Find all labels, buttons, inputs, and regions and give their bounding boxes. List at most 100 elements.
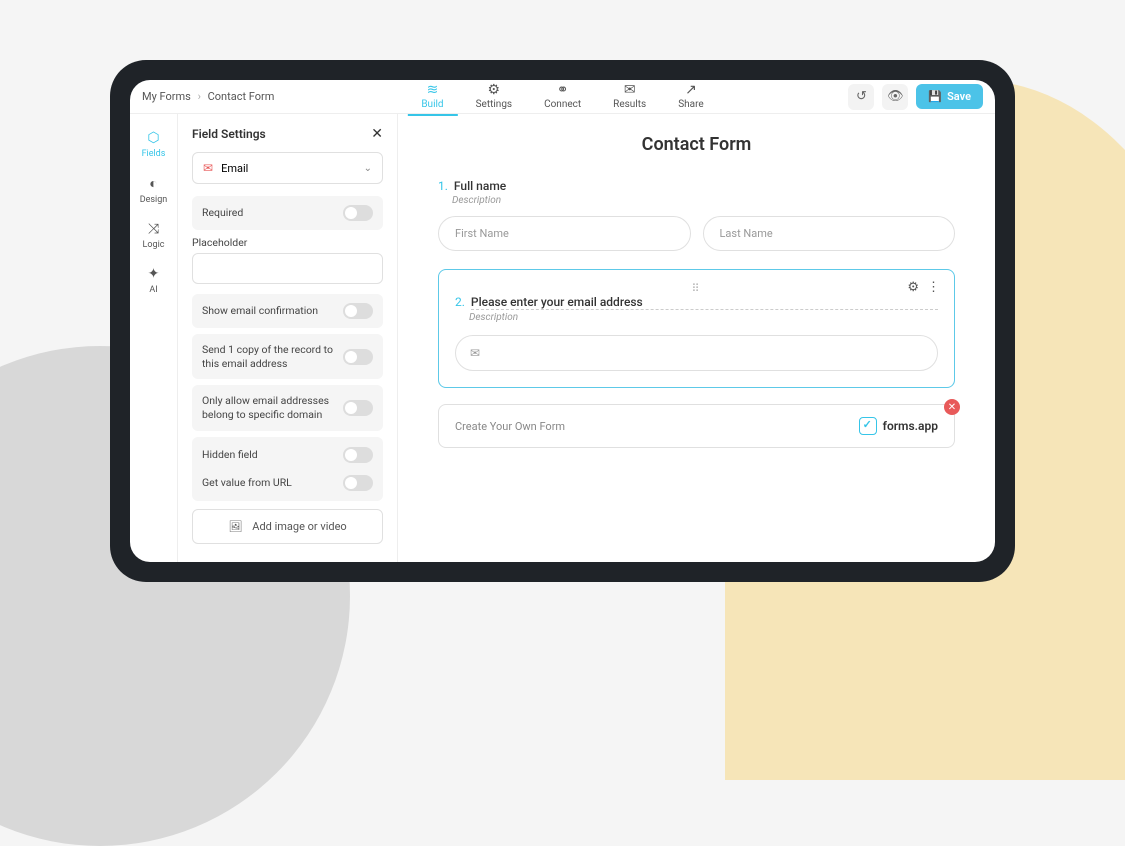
mail-icon: ✉ (203, 161, 213, 175)
question-1-header: 1. Full name (438, 179, 955, 193)
tab-build-label: Build (421, 99, 443, 110)
inbox-icon: ✉ (624, 82, 636, 98)
setting-show-confirmation: Show email confirmation (192, 294, 383, 328)
question-1-number: 1. (438, 179, 448, 193)
sidebar-item-fields[interactable]: ⬡ Fields (130, 122, 177, 167)
setting-required: Required (192, 196, 383, 230)
question-1[interactable]: 1. Full name Description First Name Last… (438, 179, 955, 251)
more-icon[interactable]: ⋮ (927, 280, 940, 295)
save-label: Save (947, 90, 971, 103)
show-confirmation-label: Show email confirmation (202, 304, 343, 318)
undo-icon: ↺ (856, 89, 867, 104)
tab-build[interactable]: ≋ Build (407, 80, 457, 116)
url-value-toggle[interactable] (343, 475, 373, 491)
tab-results[interactable]: ✉ Results (599, 80, 660, 116)
sidebar-logic-label: Logic (143, 240, 165, 250)
advanced-settings-group: Hidden field Get value from URL (192, 437, 383, 501)
question-1-text[interactable]: Full name (454, 179, 506, 193)
save-button[interactable]: 💾 Save (916, 84, 983, 109)
sidebar-item-design[interactable]: ◐ Design (130, 167, 177, 213)
breadcrumb[interactable]: My Forms › Contact Form (142, 90, 274, 103)
last-name-input[interactable]: Last Name (703, 216, 956, 251)
chevron-down-icon: ⌄ (364, 163, 372, 174)
mail-icon: ✉ (470, 346, 480, 360)
breadcrumb-current[interactable]: Contact Form (208, 90, 275, 103)
topbar-actions: ↺ 👁 💾 Save (848, 84, 983, 110)
save-icon: 💾 (928, 90, 942, 103)
add-media-button[interactable]: 🖼 Add image or video (192, 509, 383, 544)
cta-banner[interactable]: ✕ Create Your Own Form forms.app (438, 404, 955, 448)
first-name-input[interactable]: First Name (438, 216, 691, 251)
required-label: Required (202, 206, 343, 220)
setting-hidden-field: Hidden field (192, 441, 383, 469)
gear-icon: ⚙ (488, 82, 501, 98)
tab-connect-label: Connect (544, 99, 581, 110)
sidebar-item-ai[interactable]: ✦ AI (130, 258, 177, 303)
form-canvas: Contact Form 1. Full name Description Fi… (398, 114, 995, 562)
placeholder-input[interactable] (192, 253, 383, 284)
fields-icon: ⬡ (147, 130, 159, 146)
eye-icon: 👁 (887, 89, 904, 104)
shuffle-icon: ⤨ (148, 221, 159, 237)
tab-share-label: Share (678, 99, 703, 110)
palette-icon: ◐ (149, 175, 157, 192)
question-1-description[interactable]: Description (452, 195, 955, 206)
close-icon[interactable]: ✕ (371, 126, 383, 142)
cta-text: Create Your Own Form (455, 420, 565, 433)
question-2-number: 2. (455, 295, 465, 310)
tab-share[interactable]: ↗ Share (664, 80, 717, 116)
show-confirmation-toggle[interactable] (343, 303, 373, 319)
field-settings-panel: Field Settings ✕ ✉ Email ⌄ Required Plac… (178, 114, 398, 562)
app-body: ⬡ Fields ◐ Design ⤨ Logic ✦ AI Field Set… (130, 114, 995, 562)
sidebar-fields-label: Fields (142, 149, 166, 159)
url-value-label: Get value from URL (202, 476, 343, 490)
top-bar: My Forms › Contact Form ≋ Build ⚙ Settin… (130, 80, 995, 114)
add-media-label: Add image or video (252, 520, 346, 533)
question-2-description[interactable]: Description (469, 312, 938, 323)
question-1-inputs: First Name Last Name (438, 216, 955, 251)
setting-url-value: Get value from URL (192, 469, 383, 497)
field-type-dropdown[interactable]: ✉ Email ⌄ (192, 152, 383, 184)
main-tabs: ≋ Build ⚙ Settings ⚭ Connect ✉ Results ↗… (407, 80, 717, 116)
panel-header: Field Settings ✕ (192, 126, 383, 142)
drag-handle-icon[interactable]: ⠿ (455, 282, 938, 295)
setting-send-copy: Send 1 copy of the record to this email … (192, 334, 383, 379)
send-copy-toggle[interactable] (343, 349, 373, 365)
breadcrumb-root[interactable]: My Forms (142, 90, 191, 103)
close-icon[interactable]: ✕ (944, 399, 960, 415)
hidden-field-toggle[interactable] (343, 447, 373, 463)
tablet-frame: My Forms › Contact Form ≋ Build ⚙ Settin… (110, 60, 1015, 582)
tab-results-label: Results (613, 99, 646, 110)
sidebar-design-label: Design (140, 195, 168, 205)
share-icon: ↗ (685, 82, 697, 98)
domain-restrict-toggle[interactable] (343, 400, 373, 416)
question-2-selected[interactable]: ⠿ ⚙ ⋮ 2. Please enter your email address… (438, 269, 955, 388)
panel-title: Field Settings (192, 127, 266, 141)
tab-settings[interactable]: ⚙ Settings (462, 80, 527, 116)
question-2-header: 2. Please enter your email address (455, 295, 938, 310)
app-screen: My Forms › Contact Form ≋ Build ⚙ Settin… (130, 80, 995, 562)
undo-button[interactable]: ↺ (848, 84, 874, 110)
sidebar-ai-label: AI (149, 285, 157, 295)
domain-restrict-label: Only allow email addresses belong to spe… (202, 394, 343, 421)
form-title[interactable]: Contact Form (438, 134, 955, 155)
sparkle-icon: ✦ (148, 266, 160, 282)
preview-button[interactable]: 👁 (882, 84, 908, 110)
field-type-value: Email (221, 162, 248, 175)
send-copy-label: Send 1 copy of the record to this email … (202, 343, 343, 370)
tab-settings-label: Settings (476, 99, 513, 110)
tab-connect[interactable]: ⚭ Connect (530, 80, 595, 116)
question-2-text[interactable]: Please enter your email address (471, 295, 938, 310)
layers-icon: ≋ (427, 82, 439, 98)
plug-icon: ⚭ (557, 82, 569, 98)
gear-icon[interactable]: ⚙ (907, 280, 919, 295)
question-tools: ⚙ ⋮ (907, 280, 940, 295)
placeholder-label: Placeholder (192, 236, 383, 249)
required-toggle[interactable] (343, 205, 373, 221)
setting-domain-restrict: Only allow email addresses belong to spe… (192, 385, 383, 430)
hidden-field-label: Hidden field (202, 448, 343, 462)
brand-logo[interactable]: forms.app (859, 417, 938, 435)
sidebar-item-logic[interactable]: ⤨ Logic (130, 213, 177, 258)
breadcrumb-separator: › (198, 90, 201, 103)
email-input[interactable]: ✉ (455, 335, 938, 371)
